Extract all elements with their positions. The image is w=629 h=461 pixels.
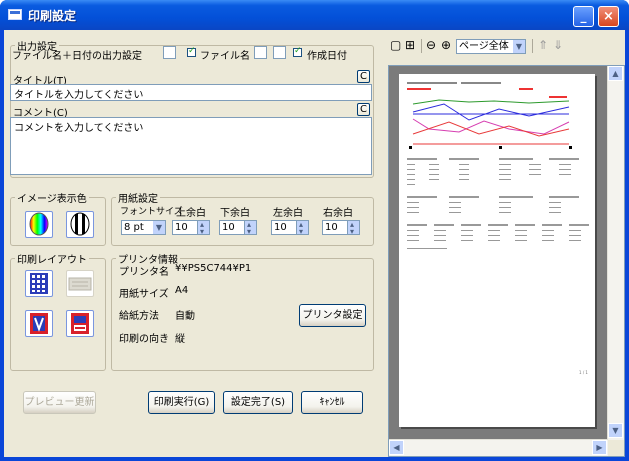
zoom-in-icon[interactable]: ⊕ [441,38,451,52]
spinner-arrows-icon[interactable] [244,218,256,238]
margin-top-spinner[interactable]: 10 [172,218,210,238]
print-settings-window: 印刷設定 _ × 出力設定 ファイル名＋日付の出力設定 ファイル名 作成日付 タ… [0,0,629,461]
margin-right-value: 10 [325,222,338,233]
printer-name-value: ¥¥PS5C744¥P1 [175,263,252,274]
two-page-icon[interactable]: ⊞ [405,38,415,52]
window-title: 印刷設定 [28,9,77,23]
close-button[interactable]: × [598,6,619,27]
filename-separator-field[interactable] [254,46,267,59]
margin-top-value: 10 [175,222,188,233]
scroll-right-arrow-icon[interactable]: ▶ [592,440,607,455]
paper-feed-label: 給紙方法 [119,311,159,322]
monochrome-icon [70,212,90,236]
monochrome-mode-button[interactable] [66,211,94,238]
date-separator-field[interactable] [273,46,286,59]
margin-left-value: 10 [274,222,287,233]
cancel-button[interactable]: ｷｬﾝｾﾙ [301,391,363,414]
vertical-scrollbar[interactable]: ▲ ▼ [607,66,624,440]
scroll-up-arrow-icon[interactable]: ▲ [608,66,623,81]
scroll-down-arrow-icon[interactable]: ▼ [608,423,623,438]
margin-right-label: 右余白 [323,208,353,219]
font-size-label: フォントサイズ [120,207,183,217]
margin-top-label: 上余白 [176,208,206,219]
page-thumbnail: 1 / 1 [407,82,589,375]
layout-landscape-button[interactable] [66,270,94,297]
print-layout-legend: 印刷レイアウト [17,255,87,266]
page-number: 1 / 1 [579,370,588,375]
spinner-arrows-icon[interactable] [296,218,308,238]
print-preview-area[interactable]: 1 / 1 ▲ ▼ ◀ ▶ [388,65,625,457]
filename-date-label: ファイル名＋日付の出力設定 [12,51,142,62]
margin-bottom-spinner[interactable]: 10 [219,218,257,238]
color-mode-button[interactable] [25,211,53,238]
margin-bottom-value: 10 [222,222,235,233]
filename-checkbox[interactable] [187,46,196,57]
comment-textarea[interactable]: コメントを入力してください [10,117,372,175]
zoom-value: ページ全体 [459,41,509,52]
title-bar[interactable]: 印刷設定 _ × [0,0,629,30]
spinner-arrows-icon[interactable] [197,218,209,238]
date-checkbox-label: 作成日付 [307,51,347,62]
font-size-value: 8 pt [124,222,144,233]
landscape-grid-icon [68,277,92,291]
chevron-down-icon[interactable]: ▼ [153,221,165,234]
date-checkbox[interactable] [293,46,302,57]
chevron-down-icon[interactable]: ▼ [513,40,525,53]
scroll-left-arrow-icon[interactable]: ◀ [389,440,404,455]
margin-bottom-label: 下余白 [220,208,250,219]
zoom-out-icon[interactable]: ⊖ [426,38,436,52]
margin-left-label: 左余白 [273,208,303,219]
toolbar-divider [532,39,533,53]
paper-size-value: A4 [175,285,189,296]
toolbar-divider [421,39,422,53]
preview-page: 1 / 1 [399,74,595,427]
printer-name-label: プリンタ名 [119,267,169,278]
margin-right-spinner[interactable]: 10 [322,218,360,238]
arrow-down-icon[interactable]: ⇓ [553,38,563,52]
combined-layout-icon [71,313,89,334]
layout-combined-button[interactable] [66,310,94,337]
filename-prefix-field[interactable] [163,46,176,59]
paper-size-label: 用紙サイズ [119,289,169,300]
margin-left-spinner[interactable]: 10 [271,218,309,238]
horizontal-scrollbar[interactable]: ◀ ▶ [389,439,608,456]
paper-settings-legend: 用紙設定 [118,194,158,205]
paper-feed-value: 自動 [175,311,195,322]
color-wheel-icon [29,212,49,236]
layout-split-button[interactable] [25,310,53,337]
arrow-up-icon[interactable]: ⇑ [538,38,548,52]
comment-clear-button[interactable]: C [357,103,370,116]
orientation-label: 印刷の向き [119,334,169,345]
dialog-client: 出力設定 ファイル名＋日付の出力設定 ファイル名 作成日付 タイトル(T) C … [4,30,625,457]
title-input[interactable]: タイトルを入力してください [10,84,372,101]
window-icon [8,9,22,20]
split-layout-icon [30,313,48,334]
portrait-grid-icon [30,273,48,294]
printer-settings-button[interactable]: プリンタ設定 [299,304,366,327]
title-clear-button[interactable]: C [357,70,370,83]
minimize-button[interactable]: _ [573,6,594,27]
spinner-arrows-icon[interactable] [347,218,359,238]
image-color-legend: イメージ表示色 [17,194,87,205]
single-page-icon[interactable]: ▢ [390,38,401,52]
orientation-value: 縦 [175,334,185,345]
print-button[interactable]: 印刷実行(G) [148,391,215,414]
done-button[interactable]: 設定完了(S) [223,391,293,414]
filename-checkbox-label: ファイル名 [200,51,250,62]
layout-portrait-button[interactable] [25,270,53,297]
scroll-corner [608,440,624,456]
preview-update-button[interactable]: プレビュー更新 [23,391,96,414]
font-size-select[interactable]: 8 pt ▼ [121,220,166,235]
zoom-select[interactable]: ページ全体 ▼ [456,39,526,54]
